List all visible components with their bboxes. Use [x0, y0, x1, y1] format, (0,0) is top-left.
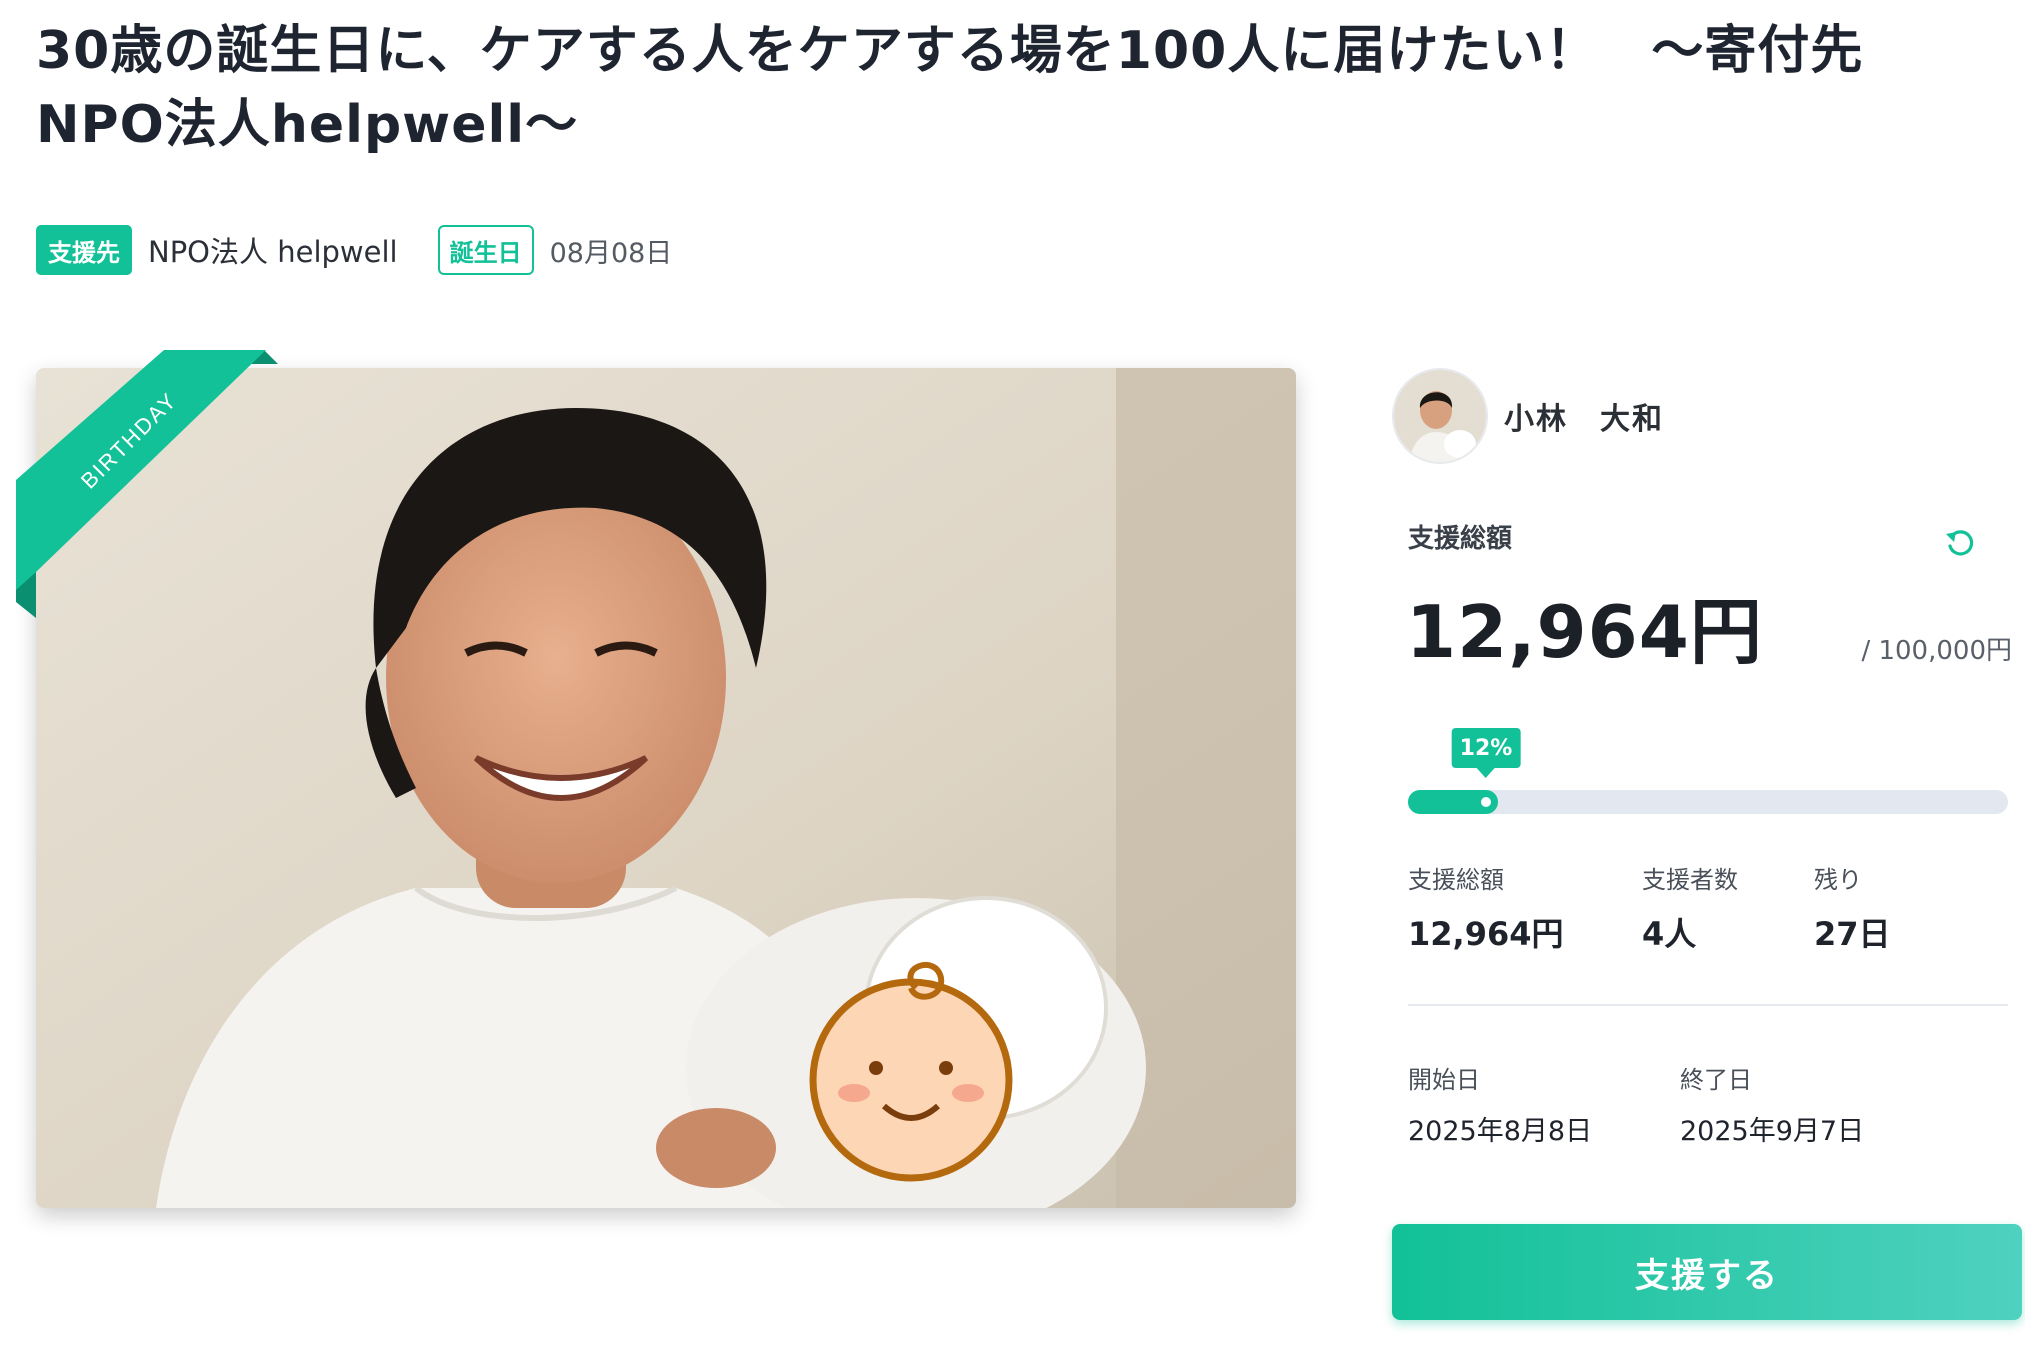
stat-supporters-value: 4人	[1642, 915, 1697, 953]
progress-percent: 12%	[1451, 728, 1521, 778]
end-date-value: 2025年9月7日	[1680, 1116, 1865, 1147]
refresh-icon[interactable]	[1942, 526, 1978, 562]
funding-panel: 小林 大和 支援総額 12,964円 / 100,000円 12% 支援総額 1…	[1392, 368, 2022, 1328]
project-meta: 支援先 NPO法人 helpwell 誕生日 08月08日	[36, 225, 672, 275]
stat-amount-label: 支援総額	[1408, 866, 1504, 894]
end-date-label: 終了日	[1680, 1066, 1752, 1094]
birthday-ribbon: BIRTHDAY	[16, 350, 286, 620]
start-date-value: 2025年8月8日	[1408, 1116, 1593, 1147]
beneficiary-name[interactable]: NPO法人 helpwell	[148, 229, 398, 271]
organizer[interactable]: 小林 大和	[1392, 368, 1664, 464]
stat-amount: 支援総額 12,964円	[1408, 860, 1564, 955]
divider	[1408, 1004, 2008, 1006]
stat-remaining-value: 27日	[1814, 915, 1891, 953]
beneficiary-badge: 支援先	[36, 225, 132, 275]
stat-amount-value: 12,964円	[1408, 915, 1564, 953]
birthday-badge: 誕生日	[437, 225, 534, 275]
goal-amount: / 100,000円	[1861, 636, 2012, 666]
total-label: 支援総額	[1408, 524, 1513, 554]
start-date: 開始日 2025年8月8日	[1408, 1060, 1592, 1148]
stat-remaining: 残り 27日	[1814, 860, 1891, 955]
end-date: 終了日 2025年9月7日	[1680, 1060, 1864, 1148]
date-row: 開始日 2025年8月8日 終了日 2025年9月7日	[1408, 1060, 2008, 1150]
birthday-date: 08月08日	[549, 237, 673, 269]
project-title: 30歳の誕生日に、ケアする人をケアする場を100人に届けたい！ 〜寄付先 NPO…	[36, 21, 1917, 155]
stat-remaining-label: 残り	[1814, 866, 1862, 894]
start-date-label: 開始日	[1408, 1066, 1480, 1094]
avatar[interactable]	[1392, 368, 1488, 464]
support-button[interactable]: 支援する	[1392, 1224, 2022, 1320]
avatar-image	[1394, 370, 1486, 462]
progress-track	[1408, 790, 2008, 814]
stats-row: 支援総額 12,964円 支援者数 4人 残り 27日	[1408, 860, 2008, 960]
progress-bar: 12%	[1408, 728, 2008, 828]
stat-supporters: 支援者数 4人	[1642, 860, 1738, 955]
stat-supporters-label: 支援者数	[1642, 866, 1738, 894]
ribbon-shape: BIRTHDAY	[16, 350, 278, 618]
progress-knob	[1481, 797, 1491, 807]
organizer-name[interactable]: 小林 大和	[1504, 394, 1664, 438]
total-amount: 12,964円	[1406, 590, 1763, 674]
